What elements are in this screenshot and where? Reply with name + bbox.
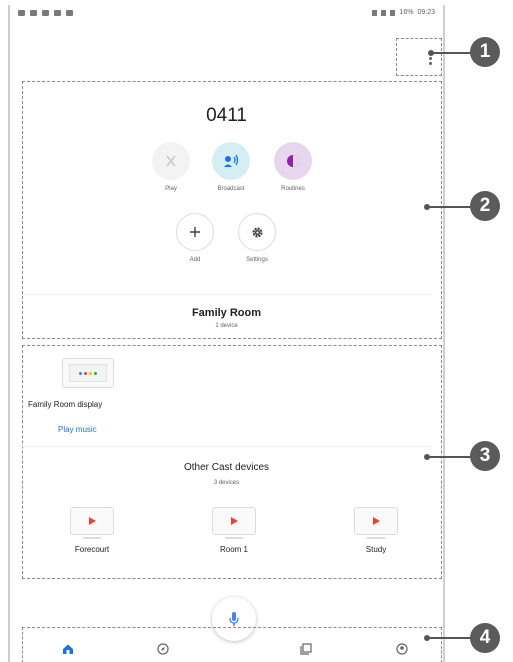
play-label: Play	[165, 186, 177, 192]
cast-device-label: Forecourt	[74, 545, 110, 554]
phone-screen: 16% 09:23 0411 Play Broadcast Routines A…	[8, 5, 445, 662]
callout-badge-3: 3	[470, 441, 500, 471]
add-label: Add	[189, 257, 201, 263]
overflow-menu-button[interactable]	[398, 40, 442, 76]
callout-line	[428, 456, 472, 458]
bottom-navigation	[10, 631, 443, 662]
cast-device-forecourt[interactable]: Forecourt	[52, 507, 132, 554]
callout-line	[428, 637, 472, 639]
play-store-icon	[66, 10, 73, 16]
battery-percent: 16%	[399, 9, 414, 16]
callout-line	[428, 206, 472, 208]
media-icon[interactable]	[296, 641, 316, 657]
settings-action[interactable]: Settings	[227, 213, 287, 263]
settings-label: Settings	[246, 257, 268, 263]
bluetooth-icon	[372, 9, 378, 16]
home-icon[interactable]	[58, 641, 78, 657]
device-name[interactable]: Family Room display	[28, 400, 102, 409]
divider	[22, 294, 431, 295]
account-icon[interactable]	[392, 641, 412, 657]
wifi-icon	[381, 9, 387, 16]
battery-icon	[390, 9, 396, 16]
broadcast-action[interactable]: Broadcast	[201, 142, 261, 192]
notification-icons	[18, 10, 73, 16]
cast-device-room-1[interactable]: Room 1	[194, 507, 274, 554]
home-name: 0411	[206, 105, 247, 126]
play-music-link[interactable]: Play music	[58, 425, 97, 434]
routines-label: Routines	[281, 186, 305, 192]
family-room-display-device[interactable]	[62, 358, 114, 388]
youtube-play-icon	[70, 507, 114, 539]
routines-icon	[274, 142, 312, 180]
clock: 09:23	[417, 9, 435, 16]
room-title: Family Room	[191, 307, 262, 319]
display-icon	[69, 364, 107, 382]
room-device-count: 1 device	[215, 323, 238, 329]
youtube-play-icon	[212, 507, 256, 539]
discover-icon[interactable]	[153, 641, 173, 657]
broadcast-icon	[212, 142, 250, 180]
callout-badge-2: 2	[470, 191, 500, 221]
play-action[interactable]: Play	[141, 142, 201, 192]
other-cast-count: 3 devices	[213, 480, 240, 486]
other-cast-title: Other Cast devices	[183, 462, 270, 473]
callout-badge-1: 1	[470, 37, 500, 67]
gear-icon	[238, 213, 276, 251]
cast-device-label: Room 1	[219, 545, 248, 554]
play-icon	[152, 142, 190, 180]
notification-icon	[18, 10, 25, 16]
cast-device-label: Study	[365, 545, 387, 554]
notification-icon	[54, 10, 61, 16]
status-bar: 16% 09:23	[10, 5, 443, 23]
add-icon	[176, 213, 214, 251]
add-action[interactable]: Add	[165, 213, 225, 263]
divider	[22, 446, 431, 447]
notification-icon	[30, 10, 37, 16]
cloud-icon	[42, 10, 49, 16]
broadcast-label: Broadcast	[217, 186, 245, 192]
youtube-play-icon	[354, 507, 398, 539]
mic-icon	[229, 612, 239, 626]
callout-badge-4: 4	[470, 623, 500, 653]
cast-device-study[interactable]: Study	[336, 507, 416, 554]
callout-line	[432, 52, 472, 54]
status-right: 16% 09:23	[372, 9, 435, 16]
routines-action[interactable]: Routines	[263, 142, 323, 192]
